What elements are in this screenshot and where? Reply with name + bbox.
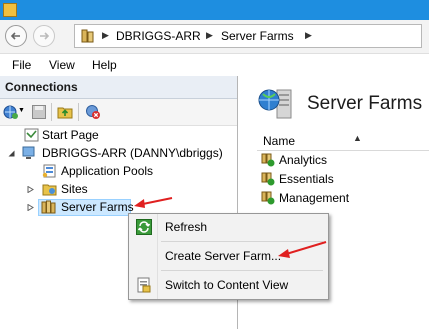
menu-help[interactable]: Help [92,58,117,72]
tree-label-sites: Sites [61,182,88,196]
content-view-icon [137,277,151,293]
address-bar[interactable]: ▶ DBRIGGS-ARR ▶ Server Farms ▶ [74,24,422,48]
context-menu: Refresh Create Server Farm... Switch to … [128,213,329,300]
context-item-create-server-farm[interactable]: Create Server Farm... [131,245,326,267]
refresh-icon [136,219,152,235]
farm-name: Analytics [279,153,328,167]
forward-arrow-icon [40,32,50,40]
chevron-down-icon[interactable]: ▼ [18,107,25,114]
menu-view[interactable]: View [49,58,75,72]
tree-label-start-page: Start Page [42,128,99,142]
context-label-refresh: Refresh [165,220,208,234]
context-item-switch-content-view[interactable]: Switch to Content View [131,274,326,296]
tree-label-server-farms: Server Farms [61,200,134,214]
farm-name: Management [279,191,350,205]
menu-file[interactable]: File [12,58,31,72]
server-computer-icon [22,146,35,159]
menu-separator [161,270,323,271]
server-farms-icon [41,200,56,214]
tree-item-start-page[interactable]: Start Page [0,127,237,144]
server-farm-icon [261,191,275,205]
breadcrumb-separator: ▶ [206,30,213,40]
server-farm-icon [261,172,275,186]
forward-button[interactable] [33,25,55,47]
up-folder-icon[interactable] [57,104,73,120]
breadcrumb-separator[interactable]: ▶ [305,30,312,41]
tree-item-application-pools[interactable]: Application Pools [0,163,237,180]
server-farms-globe-icon [258,89,292,119]
start-page-icon [24,128,39,142]
context-label-switch-content-view: Switch to Content View [165,278,289,292]
back-arrow-icon [10,32,20,40]
menu-separator [161,241,323,242]
expand-arrow-icon[interactable] [27,186,34,193]
expand-arrow-icon[interactable] [27,204,34,211]
tree-label-server: DBRIGGS-ARR (DANNY\dbriggs) [42,146,223,160]
column-header-name[interactable]: Name [263,134,295,148]
connections-title: Connections [5,80,78,94]
toolbar-divider [51,103,52,121]
breadcrumb-server[interactable]: DBRIGGS-ARR [116,29,201,43]
page-title: Server Farms [307,93,423,114]
list-column-header[interactable]: Name ▲ [257,132,429,151]
disconnect-icon[interactable] [85,104,101,120]
menu-bar: File View Help [0,54,429,76]
connect-globe-icon[interactable] [3,104,19,120]
context-item-refresh[interactable]: Refresh [131,216,326,238]
breadcrumb-separator: ▶ [102,30,109,40]
feature-header: Server Farms [239,76,429,128]
tree-item-sites[interactable]: Sites [0,181,237,198]
toolbar-divider [78,103,79,121]
breadcrumb-server-farms[interactable]: Server Farms [221,29,294,43]
save-icon[interactable] [31,104,47,120]
farm-name: Essentials [279,172,334,186]
tree-item-server[interactable]: DBRIGGS-ARR (DANNY\dbriggs) [0,145,237,162]
sort-ascending-icon: ▲ [353,133,362,143]
server-icon [81,29,94,43]
connections-header: Connections [0,76,237,99]
tree-label-application-pools: Application Pools [61,164,154,178]
collapse-arrow-icon[interactable] [8,150,15,157]
application-pools-icon [42,164,56,178]
connections-toolbar: ▼ [0,99,237,126]
sites-folder-icon [42,184,57,196]
server-farm-icon [261,153,275,167]
back-button[interactable] [5,25,27,47]
iis-app-icon [3,3,17,17]
window-titlebar [0,0,429,20]
context-label-create-server-farm: Create Server Farm... [165,249,282,263]
